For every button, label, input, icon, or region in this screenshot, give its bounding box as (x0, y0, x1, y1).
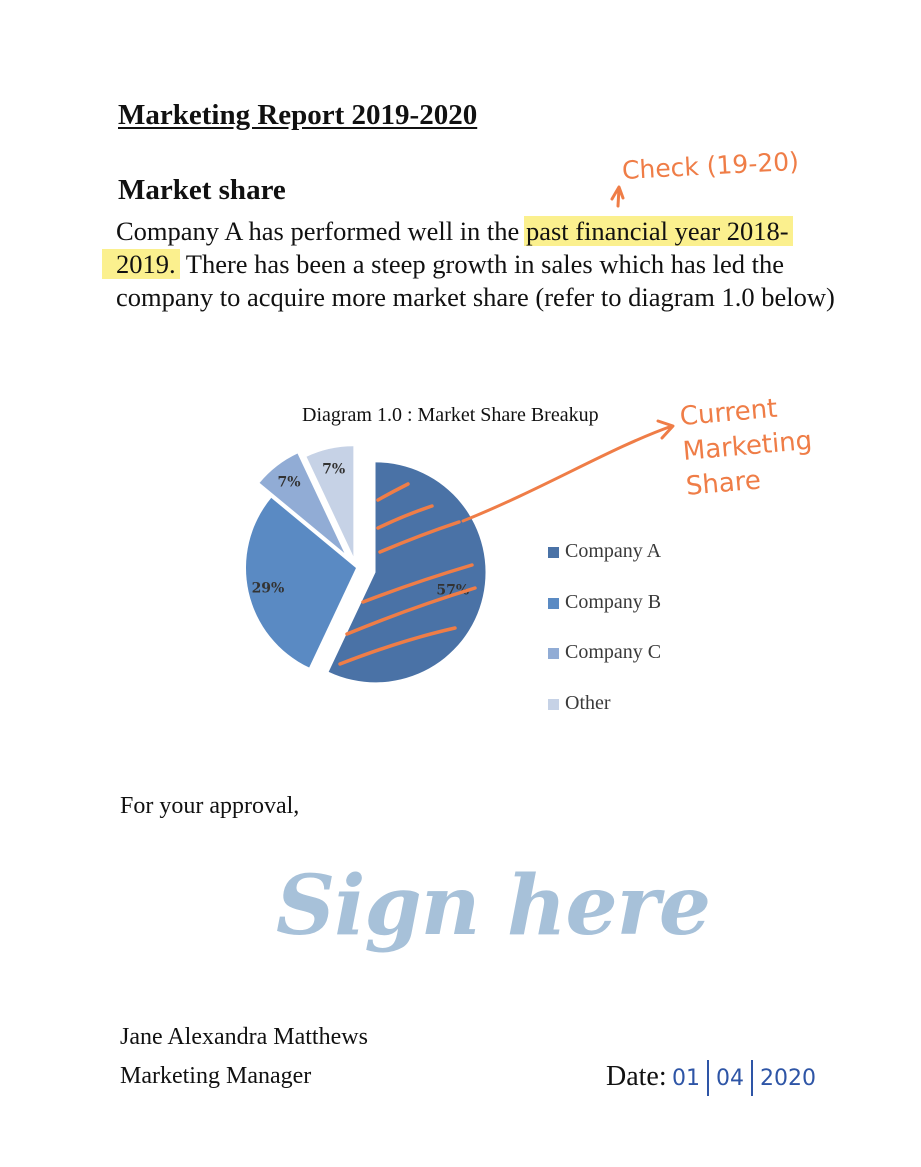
date-value[interactable]: 01 04 2020 (672, 1060, 816, 1096)
legend-label: Company C (565, 641, 662, 663)
signature-field[interactable]: Sign here (276, 858, 711, 954)
slice-value-label: 7% (278, 475, 301, 491)
signer-name: Jane Alexandra Matthews (120, 1024, 368, 1050)
date-day: 01 (672, 1065, 700, 1091)
date-label: Date: (606, 1061, 667, 1092)
legend-label: Other (565, 691, 611, 714)
legend-swatch (548, 698, 559, 710)
slice-value-label: 7% (322, 461, 345, 477)
slice-value-label: 29% (252, 581, 285, 597)
check-arrow-icon (610, 185, 625, 208)
legend-item: Other (548, 692, 661, 743)
closing-line: For your approval, (120, 793, 300, 819)
legend-swatch (548, 648, 559, 659)
legend-label: Company B (565, 590, 662, 613)
signer-role: Marketing Manager (120, 1063, 312, 1089)
date-separator (751, 1060, 753, 1096)
annotation-arrows (461, 185, 675, 523)
legend-swatch (548, 547, 559, 558)
legend-swatch (548, 597, 559, 609)
pie-chart: 57%29%7%7% (245, 185, 675, 683)
chart-arrow-icon (461, 419, 675, 523)
date-month: 04 (716, 1065, 744, 1091)
date-separator (707, 1060, 709, 1096)
legend-item: Company B (548, 591, 661, 642)
legend-item: Company A (548, 540, 661, 591)
date-year: 2020 (760, 1065, 816, 1091)
legend-label: Company A (565, 540, 662, 562)
chart-legend: Company A Company B Company C Other (548, 540, 661, 742)
chart-annotation: Current Marketing Share (678, 389, 816, 505)
legend-item: Company C (548, 641, 661, 692)
